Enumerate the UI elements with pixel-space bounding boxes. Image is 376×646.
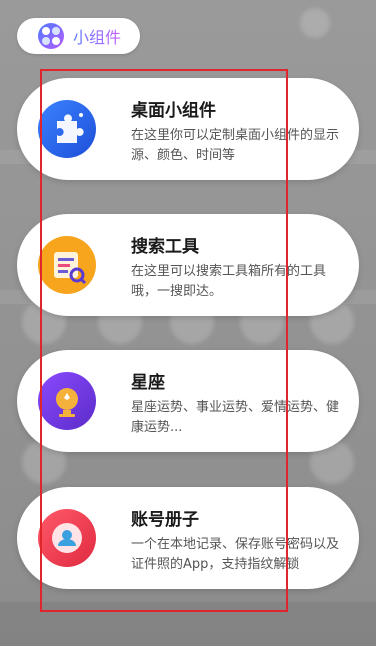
card-title: 桌面小组件 (131, 101, 216, 121)
puzzle-icon (37, 99, 97, 159)
card-desktop-widget[interactable]: 桌面小组件 在这里你可以定制桌面小组件的显示源、颜色、时间等 (17, 78, 359, 180)
widget-logo-icon (37, 22, 65, 50)
card-description: 星座运势、事业运势、爱情运势、健康运势... (131, 400, 340, 435)
bg-app-icon (300, 8, 330, 38)
card-account-book[interactable]: 账号册子 一个在本地记录、保存账号密码以及证件照的App，支持指纹解锁 (17, 487, 359, 589)
card-title: 账号册子 (131, 510, 199, 530)
card-description: 一个在本地记录、保存账号密码以及证件照的App，支持指纹解锁 (131, 537, 340, 572)
widget-header-pill[interactable]: 小组件 (17, 18, 140, 54)
card-title: 搜索工具 (131, 237, 199, 257)
widget-header-label: 小组件 (73, 24, 121, 48)
card-description: 在这里你可以定制桌面小组件的显示源、颜色、时间等 (131, 128, 340, 163)
constellation-globe-icon (37, 371, 97, 431)
account-book-icon (37, 508, 97, 568)
card-constellation[interactable]: 星座 星座运势、事业运势、爱情运势、健康运势... (17, 350, 359, 452)
bg-bottom-bar (0, 602, 376, 646)
card-search-tool[interactable]: 搜索工具 在这里可以搜索工具箱所有的工具哦，一搜即达。 (17, 214, 359, 316)
card-title: 星座 (131, 373, 165, 393)
card-description: 在这里可以搜索工具箱所有的工具哦，一搜即达。 (131, 264, 327, 299)
search-document-icon (37, 235, 97, 295)
